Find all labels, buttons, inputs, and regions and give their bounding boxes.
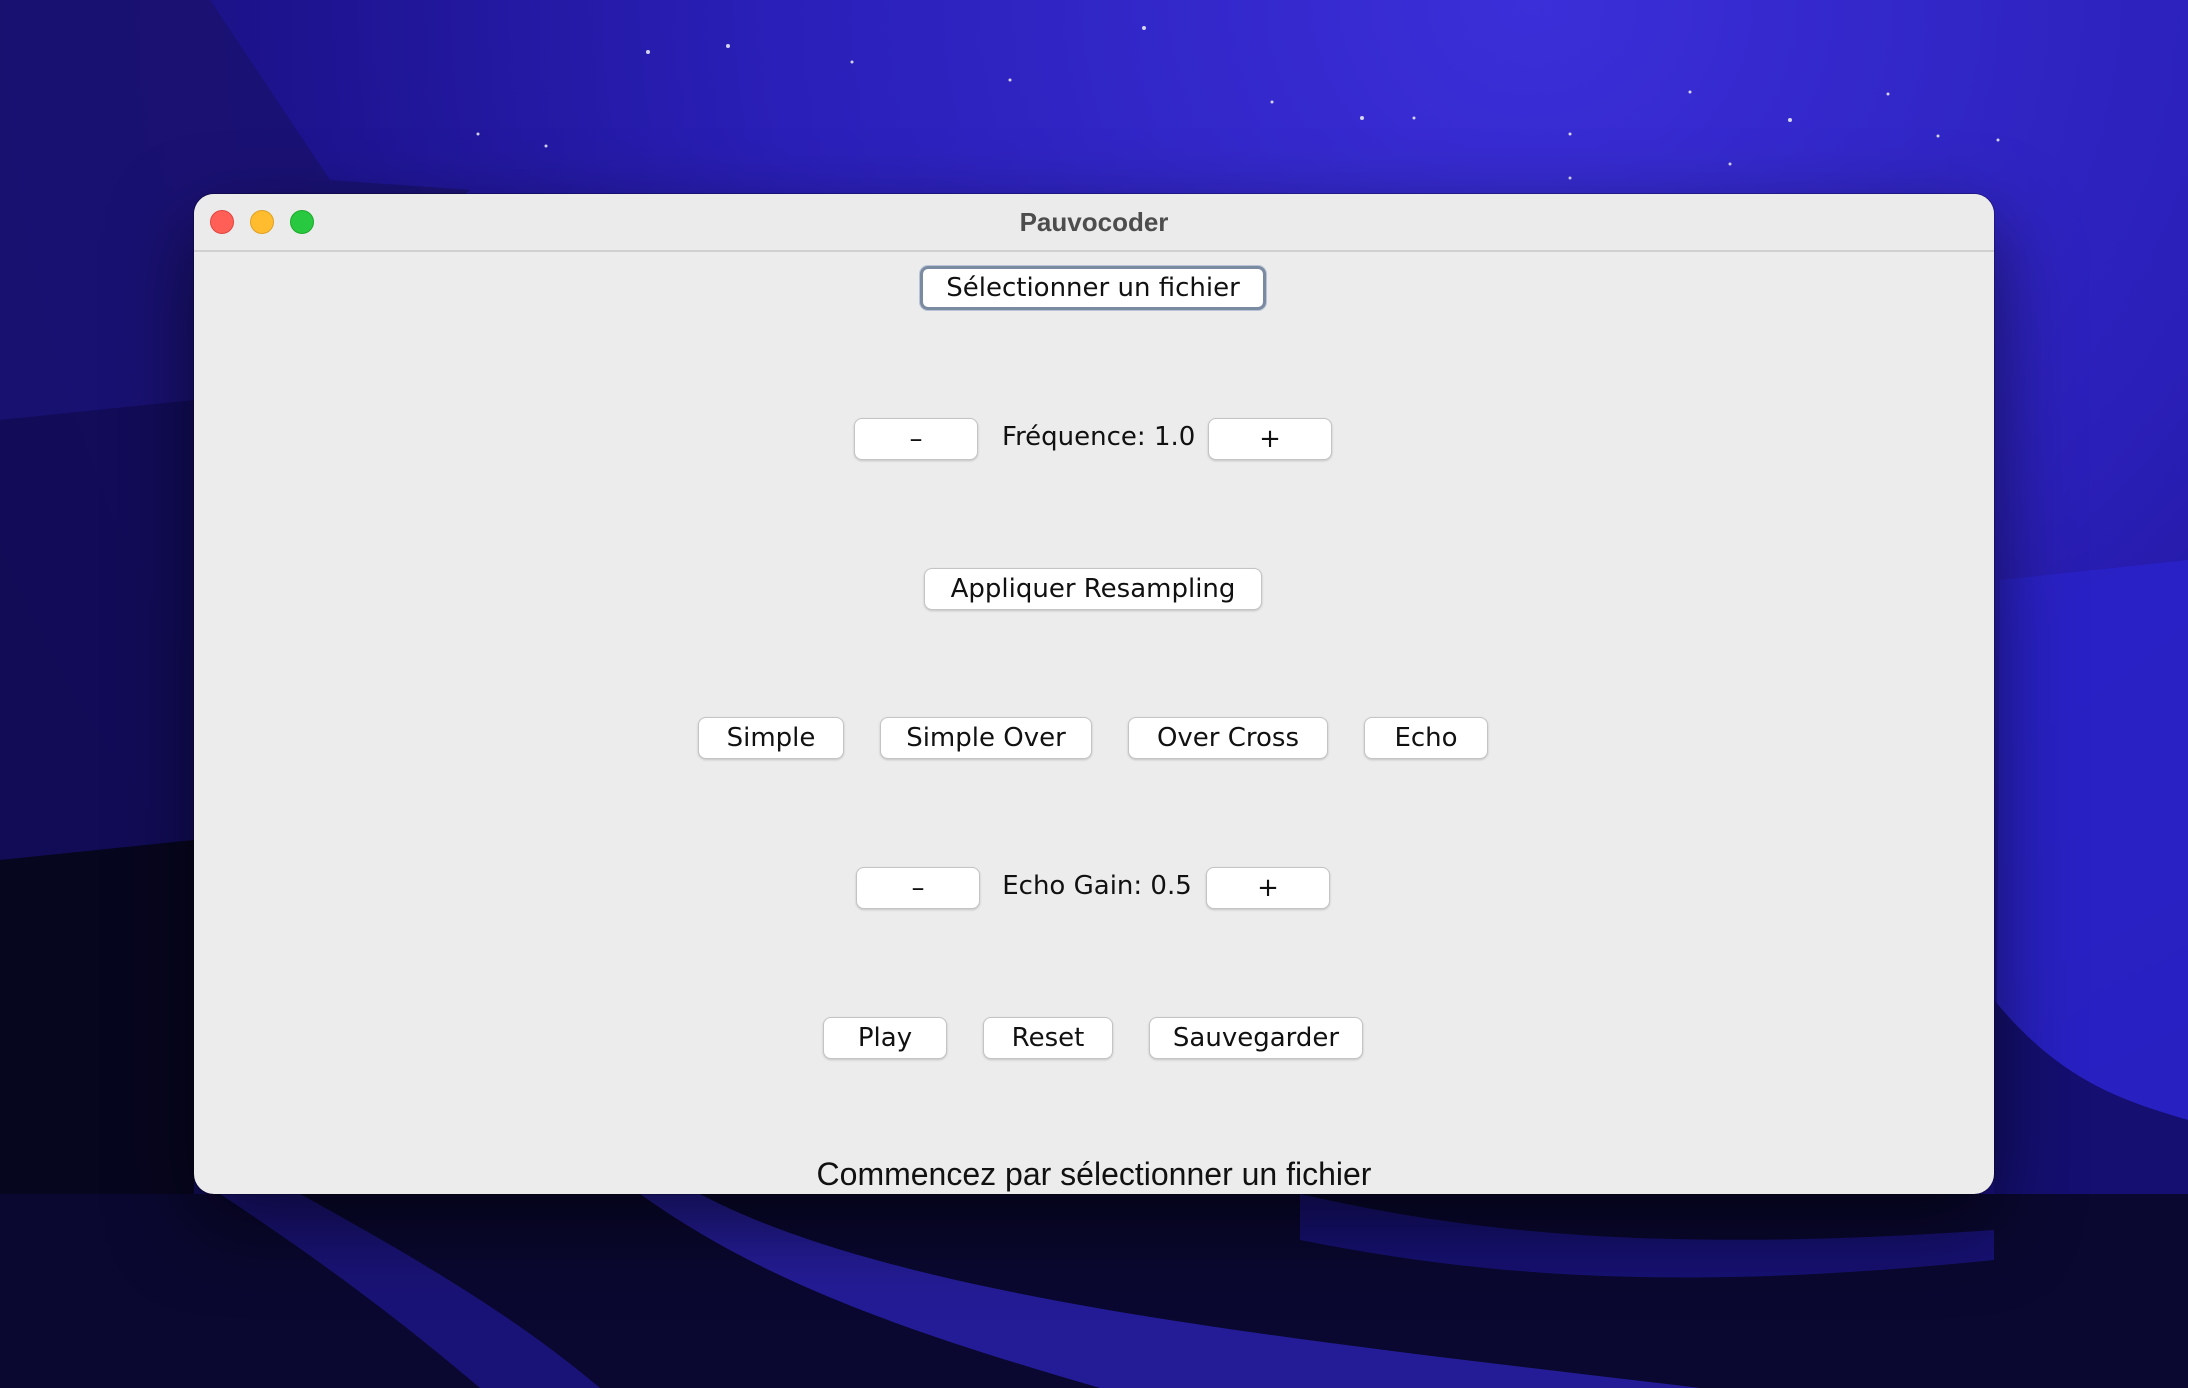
echo-gain-label: Echo Gain: 0.5 bbox=[1002, 871, 1192, 901]
title-bar: Pauvocoder bbox=[194, 194, 1994, 252]
status-message: Commencez par sélectionner un fichier bbox=[816, 1156, 1372, 1192]
minimize-window-button[interactable] bbox=[250, 210, 274, 234]
close-window-button[interactable] bbox=[210, 210, 234, 234]
simple-effect-button[interactable]: Simple bbox=[698, 717, 844, 759]
frequency-increase-button[interactable]: + bbox=[1208, 418, 1332, 460]
apply-resampling-button[interactable]: Appliquer Resampling bbox=[924, 568, 1262, 610]
echo-effect-button[interactable]: Echo bbox=[1364, 717, 1488, 759]
app-window: Pauvocoder Sélectionner un fichier – Fré… bbox=[194, 194, 1994, 1194]
reset-button[interactable]: Reset bbox=[983, 1017, 1113, 1059]
select-file-button[interactable]: Sélectionner un fichier bbox=[920, 266, 1266, 310]
echo-gain-increase-button[interactable]: + bbox=[1206, 867, 1330, 909]
play-button[interactable]: Play bbox=[823, 1017, 947, 1059]
frequency-label: Fréquence: 1.0 bbox=[1002, 422, 1196, 452]
window-title: Pauvocoder bbox=[1019, 206, 1169, 237]
echo-gain-decrease-button[interactable]: – bbox=[856, 867, 980, 909]
window-controls bbox=[210, 210, 314, 234]
over-cross-effect-button[interactable]: Over Cross bbox=[1128, 717, 1328, 759]
simple-over-effect-button[interactable]: Simple Over bbox=[880, 717, 1092, 759]
maximize-window-button[interactable] bbox=[290, 210, 314, 234]
frequency-decrease-button[interactable]: – bbox=[854, 418, 978, 460]
save-button[interactable]: Sauvegarder bbox=[1149, 1017, 1363, 1059]
